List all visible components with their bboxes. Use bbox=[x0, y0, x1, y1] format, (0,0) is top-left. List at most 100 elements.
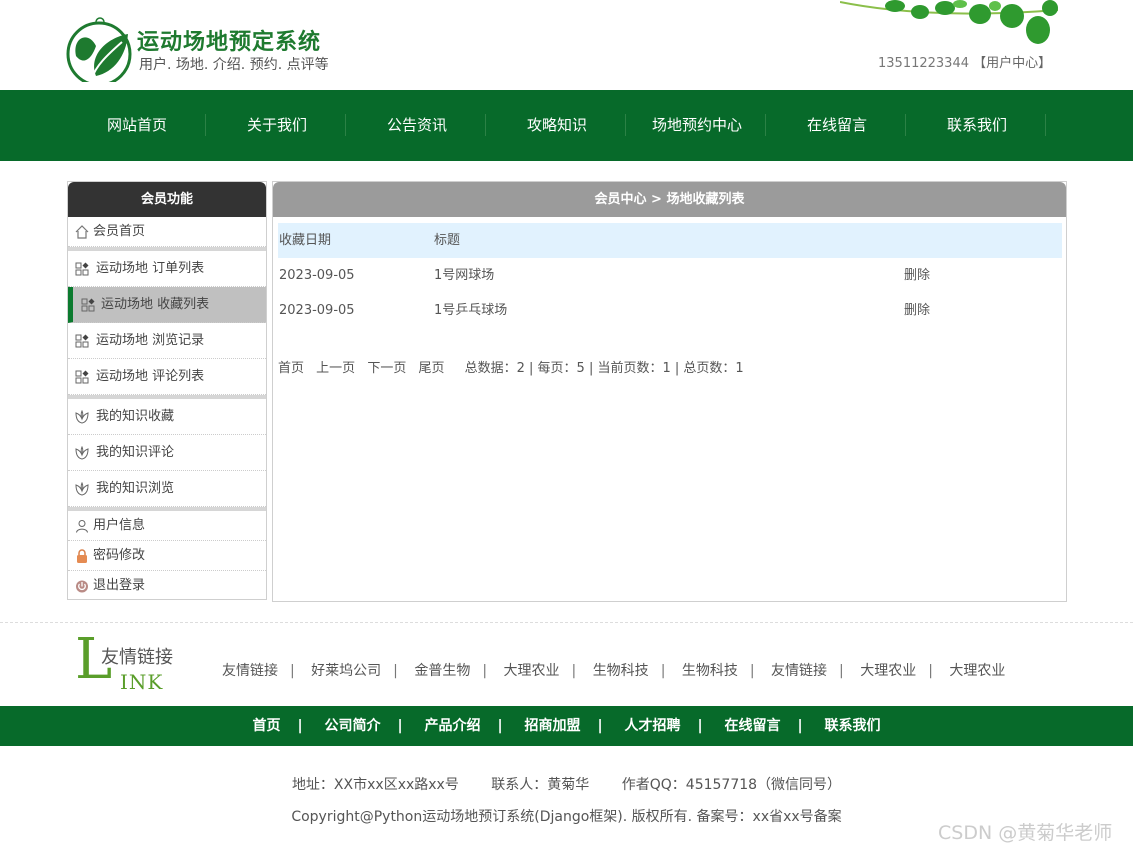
friend-link[interactable]: 大理农业 bbox=[949, 663, 1005, 679]
footer-nav-about[interactable]: 公司简介 bbox=[325, 718, 381, 734]
nav-divider bbox=[625, 114, 626, 136]
sidebar-item-venue-orders[interactable]: 运动场地 订单列表 bbox=[68, 251, 266, 287]
address-text: 地址：XX市xx区xx路xx号 bbox=[291, 777, 459, 793]
nav-divider bbox=[485, 114, 486, 136]
nav-divider bbox=[905, 114, 906, 136]
main-nav: 网站首页 关于我们 公告资讯 攻略知识 场地预约中心 在线留言 联系我们 bbox=[0, 90, 1133, 161]
sidebar-item-change-password[interactable]: 密码修改 bbox=[68, 541, 266, 571]
user-center-link[interactable]: 【用户中心】 bbox=[973, 56, 1051, 71]
friend-links-logo-cn: 友情链接 bbox=[101, 647, 173, 668]
nav-home[interactable]: 网站首页 bbox=[67, 90, 207, 161]
sidebar-item-label: 会员首页 bbox=[93, 224, 146, 239]
author-qq: 作者QQ：45157718（微信同号） bbox=[621, 777, 842, 793]
friend-link[interactable]: 生物科技 bbox=[682, 663, 738, 679]
footer-nav-contact[interactable]: 联系我们 bbox=[825, 718, 881, 734]
favorite-title[interactable]: 1号乒乓球场 bbox=[434, 293, 507, 328]
site-title: 运动场地预定系统 bbox=[137, 30, 322, 55]
lotus-icon bbox=[75, 446, 89, 460]
nav-divider bbox=[1045, 114, 1046, 136]
user-icon bbox=[76, 520, 88, 533]
grid-icon bbox=[81, 298, 95, 312]
friend-link[interactable]: 金普生物 bbox=[414, 663, 470, 679]
footer-nav-franchise[interactable]: 招商加盟 bbox=[525, 718, 581, 734]
nav-about[interactable]: 关于我们 bbox=[207, 90, 347, 161]
column-header-title: 标题 bbox=[434, 233, 461, 248]
nav-divider bbox=[345, 114, 346, 136]
pager-prev[interactable]: 上一页 bbox=[316, 361, 355, 376]
footer-nav-messages[interactable]: 在线留言 bbox=[725, 718, 781, 734]
pagination: 首页 上一页 下一页 尾页 总数据：2 | 每页：5 | 当前页数：1 | 总页… bbox=[278, 357, 752, 376]
nav-divider bbox=[765, 114, 766, 136]
power-icon bbox=[76, 580, 88, 593]
pager-last[interactable]: 尾页 bbox=[418, 361, 444, 376]
favorites-table: 收藏日期 标题 2023-09-05 1号网球场 删除 2023-09-05 1… bbox=[278, 223, 1062, 328]
favorite-date: 2023-09-05 bbox=[279, 268, 355, 283]
lotus-icon bbox=[75, 482, 89, 496]
sidebar-item-label: 我的知识收藏 bbox=[96, 409, 175, 424]
table-row: 2023-09-05 1号网球场 删除 bbox=[278, 258, 1062, 293]
friend-link[interactable]: 友情链接 bbox=[771, 663, 827, 679]
nav-divider bbox=[205, 114, 206, 136]
footer-nav-products[interactable]: 产品介绍 bbox=[425, 718, 481, 734]
friend-link[interactable]: 大理农业 bbox=[860, 663, 916, 679]
sidebar-item-knowledge-comments[interactable]: 我的知识评论 bbox=[68, 435, 266, 471]
sidebar-item-venue-reviews[interactable]: 运动场地 评论列表 bbox=[68, 359, 266, 395]
footer-nav-home[interactable]: 首页 bbox=[253, 718, 281, 734]
friend-links-logo: L 友情链接 INK bbox=[75, 632, 185, 695]
home-icon bbox=[75, 225, 89, 239]
friend-link[interactable]: 友情链接 bbox=[222, 663, 278, 679]
nav-news[interactable]: 公告资讯 bbox=[347, 90, 487, 161]
nav-guides[interactable]: 攻略知识 bbox=[487, 90, 627, 161]
footer-nav: 首页 | 公司简介 | 产品介绍 | 招商加盟 | 人才招聘 | 在线留言 | 联系我们 bbox=[0, 706, 1133, 746]
header-contact: 13511223344 【用户中心】 bbox=[878, 52, 1051, 71]
sidebar-item-logout[interactable]: 退出登录 bbox=[68, 571, 266, 601]
footer-address: 地址：XX市xx区xx路xx号 联系人：黄菊华 作者QQ：45157718（微信… bbox=[0, 774, 1133, 794]
sidebar-item-label: 退出登录 bbox=[93, 578, 146, 593]
sidebar-item-label: 运动场地 收藏列表 bbox=[101, 297, 210, 312]
friend-link[interactable]: 生物科技 bbox=[593, 663, 649, 679]
table-row: 2023-09-05 1号乒乓球场 删除 bbox=[278, 293, 1062, 328]
sidebar-item-user-info[interactable]: 用户信息 bbox=[68, 511, 266, 541]
nav-booking-center[interactable]: 场地预约中心 bbox=[627, 90, 767, 161]
sidebar-item-venue-history[interactable]: 运动场地 浏览记录 bbox=[68, 323, 266, 359]
sidebar-item-label: 运动场地 评论列表 bbox=[96, 369, 205, 384]
header: 运动场地预定系统 用户. 场地. 介绍. 预约. 点评等 13511223344… bbox=[0, 0, 1133, 90]
delete-button[interactable]: 删除 bbox=[904, 293, 930, 328]
sidebar-item-label: 运动场地 订单列表 bbox=[96, 261, 205, 276]
sidebar-item-knowledge-history[interactable]: 我的知识浏览 bbox=[68, 471, 266, 507]
favorite-title[interactable]: 1号网球场 bbox=[434, 258, 494, 293]
sidebar-item-label: 运动场地 浏览记录 bbox=[96, 333, 205, 348]
friend-link[interactable]: 大理农业 bbox=[504, 663, 560, 679]
lock-icon bbox=[77, 549, 87, 563]
pager-first[interactable]: 首页 bbox=[278, 361, 304, 376]
leaf-logo-icon bbox=[66, 17, 132, 82]
nav-messages[interactable]: 在线留言 bbox=[767, 90, 907, 161]
footer-nav-careers[interactable]: 人才招聘 bbox=[625, 718, 681, 734]
lotus-icon bbox=[75, 410, 89, 424]
sidebar-title: 会员功能 bbox=[68, 182, 266, 217]
sidebar-item-label: 用户信息 bbox=[93, 518, 146, 533]
sidebar-item-label: 我的知识评论 bbox=[96, 445, 175, 460]
table-header: 收藏日期 标题 bbox=[278, 223, 1062, 258]
sidebar-item-member-home[interactable]: 会员首页 bbox=[68, 217, 266, 247]
grid-icon bbox=[75, 262, 89, 276]
sidebar-item-label: 密码修改 bbox=[93, 548, 146, 563]
decorative-leaves-icon bbox=[840, 0, 1058, 44]
pager-next[interactable]: 下一页 bbox=[367, 361, 406, 376]
sidebar-item-venue-favorites[interactable]: 运动场地 收藏列表 bbox=[68, 287, 266, 323]
phone-number: 13511223344 bbox=[878, 56, 969, 71]
breadcrumb: 会员中心 > 场地收藏列表 bbox=[273, 182, 1066, 217]
pager-info: 总数据：2 | 每页：5 | 当前页数：1 | 总页数：1 bbox=[464, 361, 744, 376]
delete-button[interactable]: 删除 bbox=[904, 258, 930, 293]
friend-links: 友情链接 | 好莱坞公司 | 金普生物 | 大理农业 | 生物科技 | 生物科技 | 友情链… bbox=[222, 663, 1006, 679]
section-divider bbox=[0, 622, 1133, 623]
site-subtitle: 用户. 场地. 介绍. 预约. 点评等 bbox=[139, 57, 329, 73]
column-header-date: 收藏日期 bbox=[279, 233, 332, 248]
sidebar-item-label: 我的知识浏览 bbox=[96, 481, 175, 496]
friend-link[interactable]: 好莱坞公司 bbox=[311, 663, 381, 679]
favorite-date: 2023-09-05 bbox=[279, 303, 355, 318]
nav-contact[interactable]: 联系我们 bbox=[907, 90, 1047, 161]
member-sidebar: 会员功能 会员首页 运动场地 订单列表 运动场地 收藏列表 运动场地 浏览记录 … bbox=[67, 181, 267, 600]
sidebar-item-knowledge-favorites[interactable]: 我的知识收藏 bbox=[68, 399, 266, 435]
contact-person: 联系人：黄菊华 bbox=[491, 777, 590, 793]
